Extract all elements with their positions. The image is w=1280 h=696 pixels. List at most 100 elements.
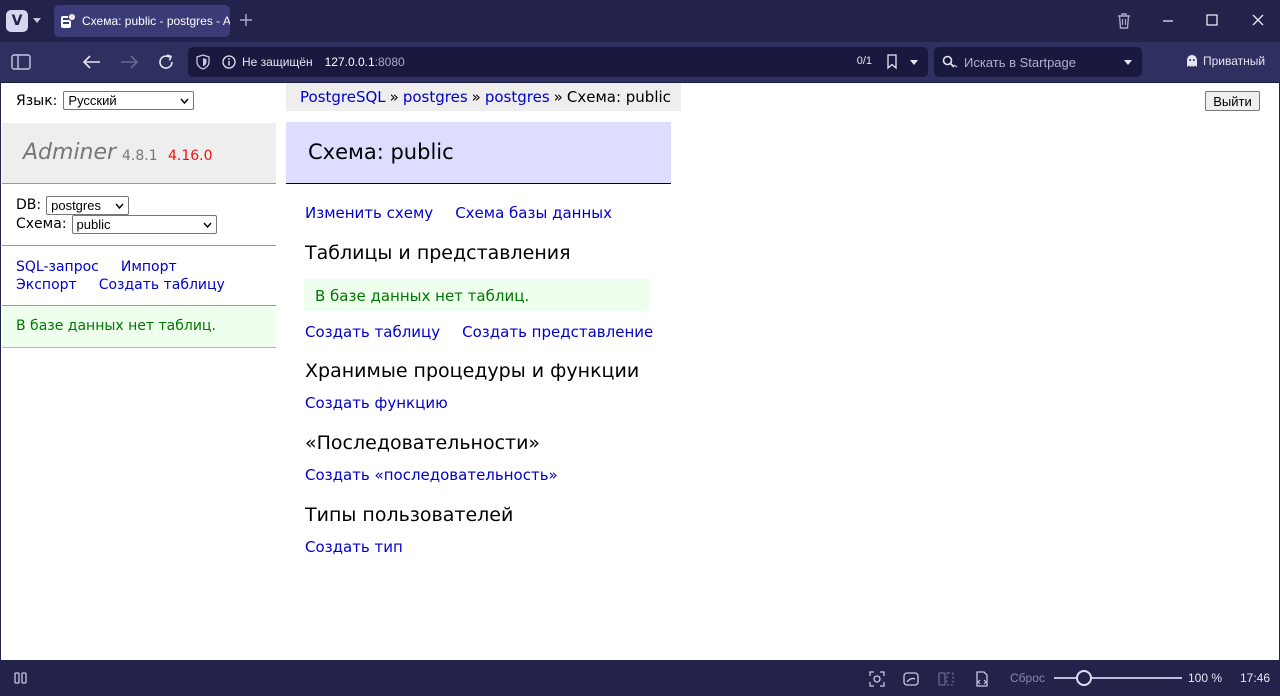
adminer-logo-link[interactable]: Adminer (23, 140, 116, 165)
new-tab-plus-icon[interactable] (238, 12, 254, 28)
page-actions-icon[interactable] (973, 670, 991, 688)
routines-heading: Хранимые процедуры и функции (305, 360, 640, 382)
clock: 17:46 (1240, 671, 1271, 685)
breadcrumb-separator: » (389, 88, 399, 106)
schema-label: Схема: (16, 216, 67, 232)
close-icon[interactable] (1250, 12, 1266, 28)
minimize-icon[interactable] (1160, 12, 1176, 28)
tab-title: Схема: public - postgres - Adminer (82, 14, 230, 28)
search-placeholder: Искать в Startpage (964, 54, 1076, 70)
address-dropdown-chevron-icon[interactable] (909, 59, 919, 66)
private-label: Приватный (1203, 54, 1266, 68)
panel-toggle-icon[interactable] (13, 670, 29, 686)
svg-text:!: ! (71, 15, 73, 21)
back-arrow-icon[interactable] (81, 52, 103, 72)
language-select[interactable]: Русский (63, 91, 195, 110)
breadcrumb: PostgreSQL» postgres» postgres» Схема: publ… (286, 83, 681, 111)
active-tab[interactable]: ! Схема: public - postgres - Adminer (54, 5, 230, 37)
breadcrumb-driver-link[interactable]: PostgreSQL (300, 88, 386, 106)
select-chevron-icon (180, 98, 189, 104)
language-select-value: Русский (68, 93, 117, 108)
breadcrumb-current: Схема: public (566, 88, 671, 106)
sidebar-links: SQL-запрос Импорт Экспорт Создать таблицу (16, 258, 247, 294)
shield-icon[interactable] (196, 54, 210, 70)
alter-schema-link[interactable]: Изменить схему (305, 204, 433, 222)
db-label: DB: (16, 197, 42, 213)
chevron-down-icon[interactable] (32, 17, 42, 25)
zoom-reset-button[interactable]: Сброс (1010, 671, 1045, 685)
capture-icon[interactable] (868, 670, 886, 688)
tables-heading: Таблицы и представления (305, 242, 571, 264)
create-table-link[interactable]: Создать таблицу (305, 323, 440, 341)
zoom-level[interactable]: 100 % (1188, 671, 1222, 685)
db-select-value: postgres (51, 198, 101, 213)
sidebar-toggle-icon[interactable] (10, 52, 32, 72)
sequences-heading: «Последовательности» (305, 432, 541, 454)
create-sequence-link[interactable]: Создать «последовательность» (305, 466, 558, 484)
database-schema-link[interactable]: Схема базы данных (455, 204, 612, 222)
breadcrumb-server-link[interactable]: postgres (403, 88, 468, 106)
db-schema-selector: DB: postgres Схема: public (16, 196, 217, 234)
sequences-actions: Создать «последовательность» (305, 466, 558, 484)
db-select[interactable]: postgres (46, 196, 130, 215)
schema-actions: Изменить схему Схема базы данных (305, 204, 634, 222)
routines-actions: Создать функцию (305, 394, 448, 412)
security-status-label: Не защищён (242, 55, 313, 69)
tile-tabs-icon[interactable] (937, 670, 955, 688)
import-link[interactable]: Импорт (121, 259, 177, 275)
new-version-link[interactable]: 4.16.0 (168, 148, 213, 164)
reload-icon[interactable] (156, 52, 176, 72)
create-type-link[interactable]: Создать тип (305, 538, 403, 556)
breadcrumb-separator: » (471, 88, 481, 106)
db-row: DB: postgres (16, 196, 217, 215)
sidebar-create-table-link[interactable]: Создать таблицу (99, 277, 225, 293)
status-bar: Сброс 100 % 17:46 (0, 660, 1280, 696)
logo-header: Adminer 4.8.1 4.16.0 (2, 123, 276, 184)
logout-button[interactable]: Выйти (1205, 91, 1260, 111)
url-host: 127.0.0.1 (324, 55, 375, 69)
select-chevron-icon (203, 222, 212, 228)
forward-arrow-icon[interactable] (118, 52, 140, 72)
private-window-indicator[interactable]: Приватный (1186, 54, 1265, 68)
search-icon (942, 55, 958, 68)
sync-icon[interactable] (902, 670, 920, 688)
create-view-link[interactable]: Создать представление (462, 323, 653, 341)
select-chevron-icon (115, 203, 124, 209)
zoom-slider[interactable] (1054, 677, 1182, 679)
maximize-icon[interactable] (1204, 12, 1220, 28)
page-title: Схема: public (286, 122, 671, 184)
address-bar[interactable]: Не защищён 127.0.0.1:8080 0/1 (188, 47, 928, 77)
navigation-bar: Не защищён 127.0.0.1:8080 0/1 Искать в S… (0, 42, 1280, 83)
trash-icon[interactable] (1115, 12, 1133, 30)
url-port: :8080 (374, 55, 405, 69)
breadcrumb-database-link[interactable]: postgres (485, 88, 550, 106)
no-tables-message: В базе данных нет таблиц. (304, 279, 650, 311)
info-icon[interactable] (222, 55, 236, 69)
sql-command-link[interactable]: SQL-запрос (16, 259, 99, 275)
find-match-counter: 0/1 (856, 55, 872, 67)
vivaldi-logo-icon: V (11, 13, 23, 29)
ghost-icon (1187, 55, 1197, 67)
language-selector: Язык: Русский (16, 91, 195, 110)
zoom-slider-handle[interactable] (1075, 670, 1092, 686)
user-types-heading: Типы пользователей (305, 504, 514, 526)
search-engine-chevron-icon[interactable] (1123, 59, 1133, 66)
export-link[interactable]: Экспорт (16, 277, 77, 293)
adminer-favicon-icon: ! (61, 13, 76, 28)
schema-row: Схема: public (16, 215, 217, 234)
tab-bar: V ! Схема: public - postgres - Adminer (0, 0, 1280, 42)
page-content: Язык: Русский Adminer 4.8.1 4.16.0 DB: p… (0, 83, 1280, 660)
create-function-link[interactable]: Создать функцию (305, 394, 448, 412)
schema-select[interactable]: public (71, 215, 217, 234)
version-label: 4.8.1 (122, 148, 158, 164)
language-label: Язык: (16, 92, 58, 109)
user-types-actions: Создать тип (305, 538, 403, 556)
bookmark-icon[interactable] (886, 54, 898, 70)
tables-actions: Создать таблицу Создать представление (305, 323, 675, 341)
schema-select-value: public (76, 217, 111, 232)
vivaldi-menu-button[interactable]: V (6, 10, 28, 32)
sidebar-divider (2, 245, 276, 246)
sidebar-no-tables-message: В базе данных нет таблиц. (2, 306, 276, 348)
url-text[interactable]: 127.0.0.1:8080 (325, 55, 405, 69)
search-field[interactable]: Искать в Startpage (934, 47, 1142, 77)
